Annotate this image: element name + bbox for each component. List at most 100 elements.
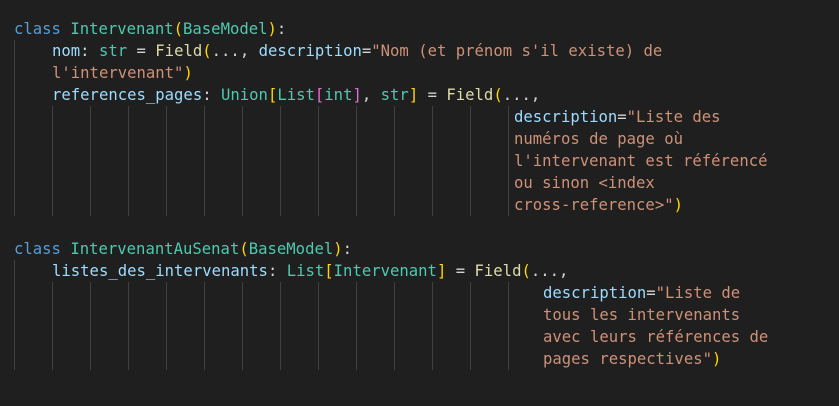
string-literal: "Nom (et prénom s'il existe) de	[371, 42, 663, 60]
comma: ,	[530, 86, 541, 104]
code-line-2: nom: str = Field(..., description="Nom (…	[52, 40, 662, 62]
bracket: ]	[408, 86, 419, 104]
keyword-class: class	[14, 240, 61, 258]
string-literal: pages respectives"	[543, 350, 712, 368]
indent-guide	[52, 106, 53, 216]
string-literal: l'intervenant"	[52, 64, 184, 82]
indent-guide	[470, 282, 471, 370]
type-name: List	[286, 262, 325, 280]
ellipsis: ...	[211, 42, 240, 60]
code-line-4: references_pages: Union[List[int], str] …	[52, 84, 540, 106]
assign-operator: =	[418, 86, 447, 104]
bracket: )	[333, 240, 343, 258]
bracket: (	[173, 20, 184, 38]
code-line-13: description="Liste de	[543, 282, 740, 304]
code-line-9: cross-reference>")	[514, 194, 683, 216]
bracket: )	[267, 20, 277, 38]
code-line-3: l'intervenant")	[52, 62, 193, 84]
equals: =	[617, 108, 627, 126]
indent-guide	[14, 40, 15, 216]
indent-guide	[508, 106, 509, 216]
code-line-12: listes_des_intervenants: List[Intervenan…	[52, 260, 568, 282]
param-name: description	[543, 284, 647, 302]
bracket: [	[314, 86, 325, 104]
code-line-1: class Intervenant(BaseModel):	[14, 18, 286, 40]
indent-guide	[356, 282, 357, 370]
code-line-6: numéros de page où	[514, 128, 683, 150]
indent-guide	[90, 106, 91, 216]
bracket: [	[324, 262, 334, 280]
type-name: str	[380, 86, 409, 104]
equals: =	[646, 284, 656, 302]
field-name: listes_des_intervenants	[52, 262, 268, 280]
indent-guide	[128, 106, 129, 216]
bracket: )	[712, 350, 722, 368]
indent-guide	[394, 282, 395, 370]
indent-guide	[166, 282, 167, 370]
class-name: Intervenant	[70, 20, 174, 38]
assign-operator: =	[446, 262, 475, 280]
type-name: str	[98, 42, 128, 60]
indent-guide	[318, 106, 319, 216]
function-name: Field	[474, 262, 522, 280]
bracket: (	[493, 86, 503, 104]
code-line-8: ou sinon <index	[514, 172, 655, 194]
indent-guide	[242, 106, 243, 216]
keyword-class: class	[14, 20, 61, 38]
bracket: (	[239, 240, 249, 258]
indent-guide	[394, 106, 395, 216]
type-name: int	[324, 86, 353, 104]
indent-guide	[128, 282, 129, 370]
comma: ,	[361, 86, 381, 104]
bracket: )	[183, 64, 193, 82]
string-literal: avec leurs références de	[543, 328, 769, 346]
indent-guide	[280, 282, 281, 370]
assign-operator: =	[127, 42, 156, 60]
string-literal: "Liste des	[626, 108, 721, 126]
indent-guide	[52, 282, 53, 370]
string-literal: cross-reference>"	[514, 196, 674, 214]
indent-guide	[204, 106, 205, 216]
class-name: IntervenantAuSenat	[70, 240, 240, 258]
bracket: )	[673, 196, 683, 214]
indent-guide	[280, 106, 281, 216]
bracket: ]	[436, 262, 447, 280]
comma: ,	[559, 262, 569, 280]
indent-guide	[90, 282, 91, 370]
base-class-name: BaseModel	[183, 20, 268, 38]
comma: ,	[239, 42, 259, 60]
colon: :	[202, 86, 221, 104]
code-line-15: avec leurs références de	[543, 326, 768, 348]
field-name: nom	[52, 42, 81, 60]
bracket: ]	[352, 86, 362, 104]
code-line-11: class IntervenantAuSenat(BaseModel):	[14, 238, 352, 260]
bracket: (	[521, 262, 531, 280]
code-line-5: description="Liste des	[514, 106, 721, 128]
code-line-7: l'intervenant est référencé	[514, 150, 767, 172]
indent-guide	[204, 282, 205, 370]
type-name: Union	[221, 86, 268, 104]
string-literal: tous les intervenants	[543, 306, 741, 324]
code-line-16: pages respectives")	[543, 348, 721, 370]
indent-guide	[470, 106, 471, 216]
type-name: List	[277, 86, 315, 104]
base-class-name: BaseModel	[248, 240, 334, 258]
indent-guide	[432, 106, 433, 216]
string-literal: "Liste de	[655, 284, 741, 302]
ellipsis: ...	[530, 262, 560, 280]
function-name: Field	[155, 42, 203, 60]
bracket: [	[267, 86, 278, 104]
param-name: description	[514, 108, 618, 126]
code-line-14: tous les intervenants	[543, 304, 740, 326]
param-name: description	[258, 42, 362, 60]
ellipsis: ...	[502, 86, 531, 104]
indent-guide	[356, 106, 357, 216]
equals: =	[361, 42, 372, 60]
string-literal: numéros de page où	[514, 130, 683, 148]
string-literal: l'intervenant est référencé	[514, 152, 768, 170]
indent-guide	[432, 282, 433, 370]
indent-guide	[318, 282, 319, 370]
code-editor[interactable]: class Intervenant(BaseModel): nom: str =…	[0, 0, 839, 406]
bracket: (	[202, 42, 212, 60]
colon: :	[342, 240, 353, 258]
